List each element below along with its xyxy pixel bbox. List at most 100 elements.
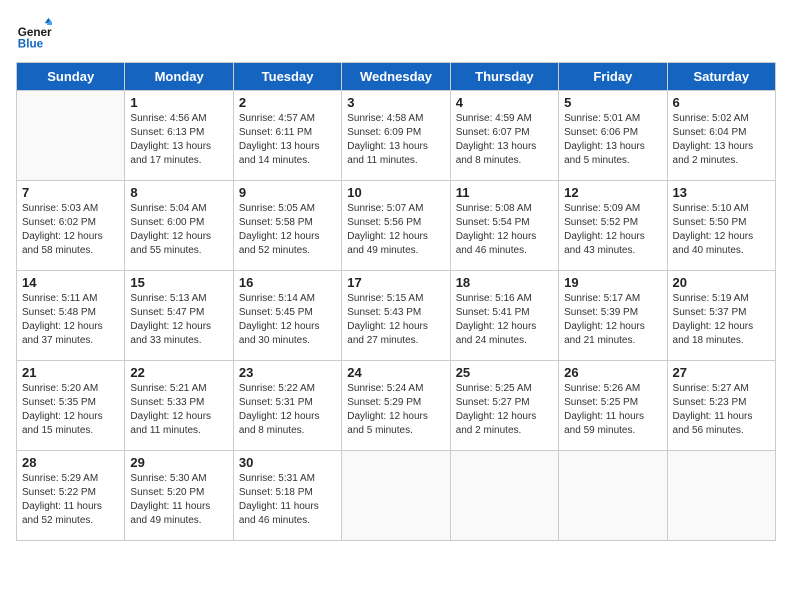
page-header: General Blue xyxy=(16,16,776,52)
day-number: 5 xyxy=(564,95,661,110)
day-info: Sunrise: 5:14 AM Sunset: 5:45 PM Dayligh… xyxy=(239,292,336,348)
day-number: 2 xyxy=(239,95,336,110)
day-info: Sunrise: 4:56 AM Sunset: 6:13 PM Dayligh… xyxy=(130,112,227,168)
day-info: Sunrise: 5:11 AM Sunset: 5:48 PM Dayligh… xyxy=(22,292,119,348)
calendar-cell: 28 Sunrise: 5:29 AM Sunset: 5:22 PM Dayli… xyxy=(17,451,125,541)
day-number: 14 xyxy=(22,275,119,290)
day-info: Sunrise: 5:03 AM Sunset: 6:02 PM Dayligh… xyxy=(22,202,119,258)
calendar-cell: 17 Sunrise: 5:15 AM Sunset: 5:43 PM Dayli… xyxy=(342,271,450,361)
day-number: 28 xyxy=(22,455,119,470)
calendar-cell: 3Sunrise: 4:58 AM Sunset: 6:09 PM Daylig… xyxy=(342,91,450,181)
calendar-cell: 14 Sunrise: 5:11 AM Sunset: 5:48 PM Dayli… xyxy=(17,271,125,361)
logo-icon: General Blue xyxy=(16,16,52,52)
day-info: Sunrise: 5:26 AM Sunset: 5:25 PM Dayligh… xyxy=(564,382,661,438)
calendar-cell: 12Sunrise: 5:09 AM Sunset: 5:52 PM Dayli… xyxy=(559,181,667,271)
calendar-cell: 6 Sunrise: 5:02 AM Sunset: 6:04 PM Daylig… xyxy=(667,91,775,181)
day-number: 10 xyxy=(347,185,444,200)
calendar-cell: 15 Sunrise: 5:13 AM Sunset: 5:47 PM Dayli… xyxy=(125,271,233,361)
calendar-cell xyxy=(450,451,558,541)
day-info: Sunrise: 5:01 AM Sunset: 6:06 PM Dayligh… xyxy=(564,112,661,168)
day-number: 8 xyxy=(130,185,227,200)
weekday-header-saturday: Saturday xyxy=(667,63,775,91)
calendar-cell: 16 Sunrise: 5:14 AM Sunset: 5:45 PM Dayli… xyxy=(233,271,341,361)
day-number: 17 xyxy=(347,275,444,290)
day-number: 18 xyxy=(456,275,553,290)
calendar-week-4: 28 Sunrise: 5:29 AM Sunset: 5:22 PM Dayli… xyxy=(17,451,776,541)
day-number: 30 xyxy=(239,455,336,470)
day-number: 13 xyxy=(673,185,770,200)
day-info: Sunrise: 5:19 AM Sunset: 5:37 PM Dayligh… xyxy=(673,292,770,348)
day-info: Sunrise: 5:17 AM Sunset: 5:39 PM Dayligh… xyxy=(564,292,661,348)
calendar-cell: 9 Sunrise: 5:05 AM Sunset: 5:58 PM Daylig… xyxy=(233,181,341,271)
calendar-cell: 21Sunrise: 5:20 AM Sunset: 5:35 PM Dayli… xyxy=(17,361,125,451)
day-info: Sunrise: 5:24 AM Sunset: 5:29 PM Dayligh… xyxy=(347,382,444,438)
day-info: Sunrise: 5:05 AM Sunset: 5:58 PM Dayligh… xyxy=(239,202,336,258)
calendar-week-0: 1 Sunrise: 4:56 AM Sunset: 6:13 PM Daylig… xyxy=(17,91,776,181)
calendar-body: 1 Sunrise: 4:56 AM Sunset: 6:13 PM Daylig… xyxy=(17,91,776,541)
day-number: 15 xyxy=(130,275,227,290)
calendar-week-2: 14 Sunrise: 5:11 AM Sunset: 5:48 PM Dayli… xyxy=(17,271,776,361)
day-info: Sunrise: 5:29 AM Sunset: 5:22 PM Dayligh… xyxy=(22,472,119,528)
day-info: Sunrise: 5:02 AM Sunset: 6:04 PM Dayligh… xyxy=(673,112,770,168)
calendar-cell: 29 Sunrise: 5:30 AM Sunset: 5:20 PM Dayli… xyxy=(125,451,233,541)
day-number: 26 xyxy=(564,365,661,380)
day-number: 4 xyxy=(456,95,553,110)
day-number: 9 xyxy=(239,185,336,200)
day-info: Sunrise: 5:10 AM Sunset: 5:50 PM Dayligh… xyxy=(673,202,770,258)
calendar-cell: 4 Sunrise: 4:59 AM Sunset: 6:07 PM Daylig… xyxy=(450,91,558,181)
day-info: Sunrise: 4:57 AM Sunset: 6:11 PM Dayligh… xyxy=(239,112,336,168)
calendar-cell: 30 Sunrise: 5:31 AM Sunset: 5:18 PM Dayli… xyxy=(233,451,341,541)
calendar-cell: 24 Sunrise: 5:24 AM Sunset: 5:29 PM Dayli… xyxy=(342,361,450,451)
weekday-header-sunday: Sunday xyxy=(17,63,125,91)
day-number: 7 xyxy=(22,185,119,200)
calendar-cell: 11 Sunrise: 5:08 AM Sunset: 5:54 PM Dayli… xyxy=(450,181,558,271)
calendar-cell: 5 Sunrise: 5:01 AM Sunset: 6:06 PM Daylig… xyxy=(559,91,667,181)
calendar-cell: 10 Sunrise: 5:07 AM Sunset: 5:56 PM Dayli… xyxy=(342,181,450,271)
day-number: 12 xyxy=(564,185,661,200)
day-number: 29 xyxy=(130,455,227,470)
calendar-header-row: SundayMondayTuesdayWednesdayThursdayFrid… xyxy=(17,63,776,91)
calendar-cell xyxy=(342,451,450,541)
calendar-cell: 23Sunrise: 5:22 AM Sunset: 5:31 PM Dayli… xyxy=(233,361,341,451)
day-info: Sunrise: 4:59 AM Sunset: 6:07 PM Dayligh… xyxy=(456,112,553,168)
calendar-cell xyxy=(559,451,667,541)
day-info: Sunrise: 5:27 AM Sunset: 5:23 PM Dayligh… xyxy=(673,382,770,438)
calendar-cell: 20 Sunrise: 5:19 AM Sunset: 5:37 PM Dayli… xyxy=(667,271,775,361)
day-info: Sunrise: 5:13 AM Sunset: 5:47 PM Dayligh… xyxy=(130,292,227,348)
day-number: 24 xyxy=(347,365,444,380)
day-info: Sunrise: 5:22 AM Sunset: 5:31 PM Dayligh… xyxy=(239,382,336,438)
calendar-cell: 2 Sunrise: 4:57 AM Sunset: 6:11 PM Daylig… xyxy=(233,91,341,181)
calendar-cell: 13 Sunrise: 5:10 AM Sunset: 5:50 PM Dayli… xyxy=(667,181,775,271)
day-number: 1 xyxy=(130,95,227,110)
day-number: 21 xyxy=(22,365,119,380)
calendar-cell: 26 Sunrise: 5:26 AM Sunset: 5:25 PM Dayli… xyxy=(559,361,667,451)
day-number: 20 xyxy=(673,275,770,290)
day-number: 19 xyxy=(564,275,661,290)
day-info: Sunrise: 5:07 AM Sunset: 5:56 PM Dayligh… xyxy=(347,202,444,258)
day-info: Sunrise: 5:08 AM Sunset: 5:54 PM Dayligh… xyxy=(456,202,553,258)
day-number: 16 xyxy=(239,275,336,290)
day-info: Sunrise: 5:25 AM Sunset: 5:27 PM Dayligh… xyxy=(456,382,553,438)
calendar-cell: 27Sunrise: 5:27 AM Sunset: 5:23 PM Dayli… xyxy=(667,361,775,451)
day-info: Sunrise: 5:16 AM Sunset: 5:41 PM Dayligh… xyxy=(456,292,553,348)
weekday-header-wednesday: Wednesday xyxy=(342,63,450,91)
day-info: Sunrise: 5:31 AM Sunset: 5:18 PM Dayligh… xyxy=(239,472,336,528)
weekday-header-monday: Monday xyxy=(125,63,233,91)
day-info: Sunrise: 5:30 AM Sunset: 5:20 PM Dayligh… xyxy=(130,472,227,528)
day-info: Sunrise: 4:58 AM Sunset: 6:09 PM Dayligh… xyxy=(347,112,444,168)
weekday-header-thursday: Thursday xyxy=(450,63,558,91)
calendar-cell: 8Sunrise: 5:04 AM Sunset: 6:00 PM Daylig… xyxy=(125,181,233,271)
day-info: Sunrise: 5:21 AM Sunset: 5:33 PM Dayligh… xyxy=(130,382,227,438)
calendar-week-3: 21Sunrise: 5:20 AM Sunset: 5:35 PM Dayli… xyxy=(17,361,776,451)
calendar-cell: 19 Sunrise: 5:17 AM Sunset: 5:39 PM Dayli… xyxy=(559,271,667,361)
calendar-table: SundayMondayTuesdayWednesdayThursdayFrid… xyxy=(16,62,776,541)
day-number: 11 xyxy=(456,185,553,200)
day-info: Sunrise: 5:15 AM Sunset: 5:43 PM Dayligh… xyxy=(347,292,444,348)
day-number: 22 xyxy=(130,365,227,380)
calendar-cell: 1 Sunrise: 4:56 AM Sunset: 6:13 PM Daylig… xyxy=(125,91,233,181)
calendar-cell: 22 Sunrise: 5:21 AM Sunset: 5:33 PM Dayli… xyxy=(125,361,233,451)
weekday-header-tuesday: Tuesday xyxy=(233,63,341,91)
calendar-cell xyxy=(17,91,125,181)
day-number: 6 xyxy=(673,95,770,110)
calendar-cell: 7 Sunrise: 5:03 AM Sunset: 6:02 PM Daylig… xyxy=(17,181,125,271)
